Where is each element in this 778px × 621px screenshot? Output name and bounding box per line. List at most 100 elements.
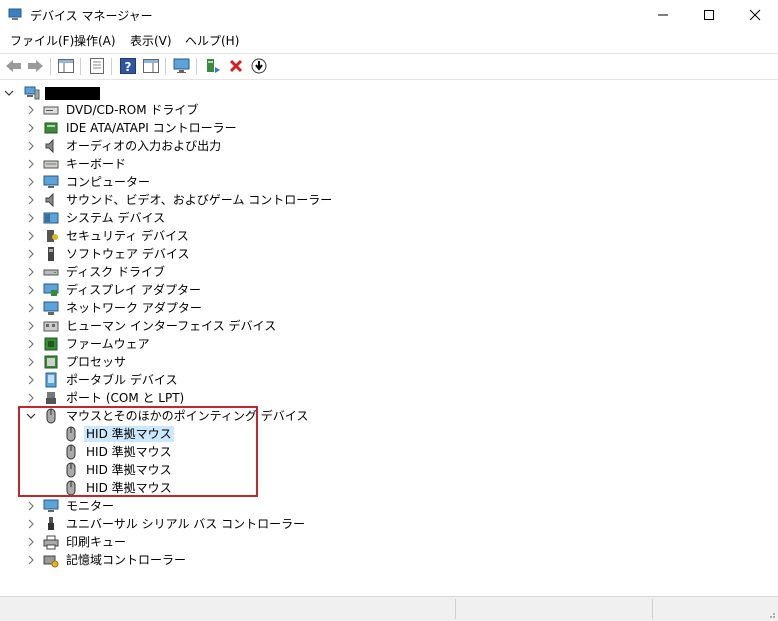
chevron-right-icon[interactable]	[26, 123, 36, 133]
chevron-right-icon[interactable]	[26, 105, 36, 115]
device-category[interactable]: セキュリティ デバイス	[28, 227, 191, 245]
device-category[interactable]: キーボード	[28, 155, 128, 173]
tree-item-label: ファームウェア	[66, 337, 150, 351]
display-adapter-icon	[43, 282, 59, 298]
chevron-right-icon[interactable]	[26, 501, 36, 511]
chevron-right-icon[interactable]	[26, 303, 36, 313]
uninstall-device-button[interactable]	[227, 57, 245, 75]
tree-item-label: セキュリティ デバイス	[66, 229, 189, 243]
hid-icon	[43, 318, 59, 334]
tree-item-label: システム デバイス	[66, 211, 166, 225]
device-category[interactable]: ポータブル デバイス	[28, 371, 179, 389]
device-category[interactable]: ソフトウェア デバイス	[28, 245, 191, 263]
device-category[interactable]: ポート (COM と LPT)	[28, 389, 186, 407]
annotation-highlight-box	[18, 406, 258, 497]
tree-item-label: 記憶域コントローラー	[66, 553, 187, 567]
update-driver-button[interactable]	[204, 57, 222, 75]
device-category[interactable]: ファームウェア	[28, 335, 152, 353]
chevron-right-icon[interactable]	[26, 393, 36, 403]
chevron-right-icon[interactable]	[26, 195, 36, 205]
device-category[interactable]: コンピューター	[28, 173, 152, 191]
device-category[interactable]: DVD/CD-ROM ドライブ	[28, 101, 200, 119]
menu-help[interactable]: ヘルプ(H)	[185, 32, 239, 49]
device-manager-app-icon	[8, 8, 22, 21]
computer-icon	[43, 174, 59, 190]
scan-hardware-button[interactable]	[173, 57, 191, 75]
minimize-button[interactable]	[640, 0, 686, 30]
chevron-right-icon[interactable]	[26, 321, 36, 331]
device-category[interactable]: オーディオの入力および出力	[28, 137, 223, 155]
chevron-right-icon[interactable]	[26, 177, 36, 187]
help-button[interactable]: ?	[119, 57, 137, 75]
computer-root-icon	[24, 85, 40, 101]
maximize-button[interactable]	[686, 0, 732, 30]
chevron-right-icon[interactable]	[26, 357, 36, 367]
back-button[interactable]	[5, 57, 23, 75]
device-category[interactable]: モニター	[28, 497, 116, 515]
port-icon	[43, 390, 59, 406]
menu-action[interactable]: 操作(A)	[74, 32, 116, 49]
tree-item-label: ポータブル デバイス	[66, 373, 178, 387]
show-hide-console-tree-button[interactable]	[57, 57, 75, 75]
device-category[interactable]: 記憶域コントローラー	[28, 551, 188, 569]
speaker-icon	[43, 192, 59, 208]
chevron-right-icon[interactable]	[26, 159, 36, 169]
speaker-icon	[43, 138, 59, 154]
properties-button[interactable]	[88, 57, 106, 75]
menu-view[interactable]: 表示(V)	[130, 32, 172, 49]
tree-item-label: IDE ATA/ATAPI コントローラー	[66, 121, 237, 135]
tree-item-label: 印刷キュー	[66, 535, 127, 549]
device-category[interactable]: ユニバーサル シリアル バス コントローラー	[28, 515, 307, 533]
tree-item-label: ヒューマン インターフェイス デバイス	[66, 319, 277, 333]
chevron-right-icon[interactable]	[26, 375, 36, 385]
chevron-right-icon[interactable]	[26, 339, 36, 349]
tree-item-label: プロセッサ	[66, 355, 127, 369]
computer-name-redacted	[45, 86, 100, 100]
tree-item-label: サウンド、ビデオ、およびゲーム コントローラー	[66, 193, 333, 207]
usb-icon	[43, 516, 59, 532]
tree-root[interactable]	[4, 84, 100, 102]
chevron-right-icon[interactable]	[26, 537, 36, 547]
red-x-icon	[229, 59, 243, 73]
keyboard-icon	[43, 156, 59, 172]
minimize-icon	[658, 14, 668, 16]
tree-item-label: モニター	[66, 499, 115, 513]
resize-grip-icon[interactable]	[766, 609, 776, 619]
chevron-right-icon[interactable]	[26, 249, 36, 259]
disable-device-button[interactable]	[250, 57, 268, 75]
device-category[interactable]: ヒューマン インターフェイス デバイス	[28, 317, 278, 335]
device-category[interactable]: プロセッサ	[28, 353, 128, 371]
close-button[interactable]	[732, 0, 778, 30]
chevron-right-icon[interactable]	[26, 231, 36, 241]
chevron-right-icon[interactable]	[26, 555, 36, 565]
device-category[interactable]: ディスプレイ アダプター	[28, 281, 203, 299]
monitor-scan-icon	[173, 58, 190, 73]
forward-arrow-icon	[28, 60, 43, 72]
tree-item-label: ソフトウェア デバイス	[66, 247, 190, 261]
device-category[interactable]: 印刷キュー	[28, 533, 128, 551]
chevron-right-icon[interactable]	[26, 267, 36, 277]
down-arrow-circle-icon	[251, 58, 267, 74]
device-category[interactable]: サウンド、ビデオ、およびゲーム コントローラー	[28, 191, 334, 209]
chevron-right-icon[interactable]	[26, 285, 36, 295]
menu-file[interactable]: ファイル(F)	[10, 32, 74, 49]
tree-item-label: オーディオの入力および出力	[66, 139, 222, 153]
tree-item-label: ユニバーサル シリアル バス コントローラー	[66, 517, 306, 531]
dvd-drive-icon	[43, 102, 59, 118]
device-category[interactable]: ディスク ドライブ	[28, 263, 167, 281]
device-category[interactable]: IDE ATA/ATAPI コントローラー	[28, 119, 239, 137]
chevron-right-icon[interactable]	[26, 141, 36, 151]
action-pane-icon	[143, 59, 159, 73]
device-category[interactable]: システム デバイス	[28, 209, 167, 227]
action-pane-button[interactable]	[142, 57, 160, 75]
chevron-right-icon[interactable]	[26, 213, 36, 223]
security-device-icon	[43, 228, 59, 244]
device-category[interactable]: ネットワーク アダプター	[28, 299, 204, 317]
menu-bar: ファイル(F) 操作(A) 表示(V) ヘルプ(H)	[0, 30, 778, 50]
forward-button[interactable]	[26, 57, 44, 75]
chevron-right-icon[interactable]	[26, 519, 36, 529]
maximize-icon	[704, 10, 714, 20]
close-icon	[749, 9, 761, 21]
tree-item-label: ディスプレイ アダプター	[66, 283, 201, 297]
disk-drive-icon	[43, 264, 59, 280]
